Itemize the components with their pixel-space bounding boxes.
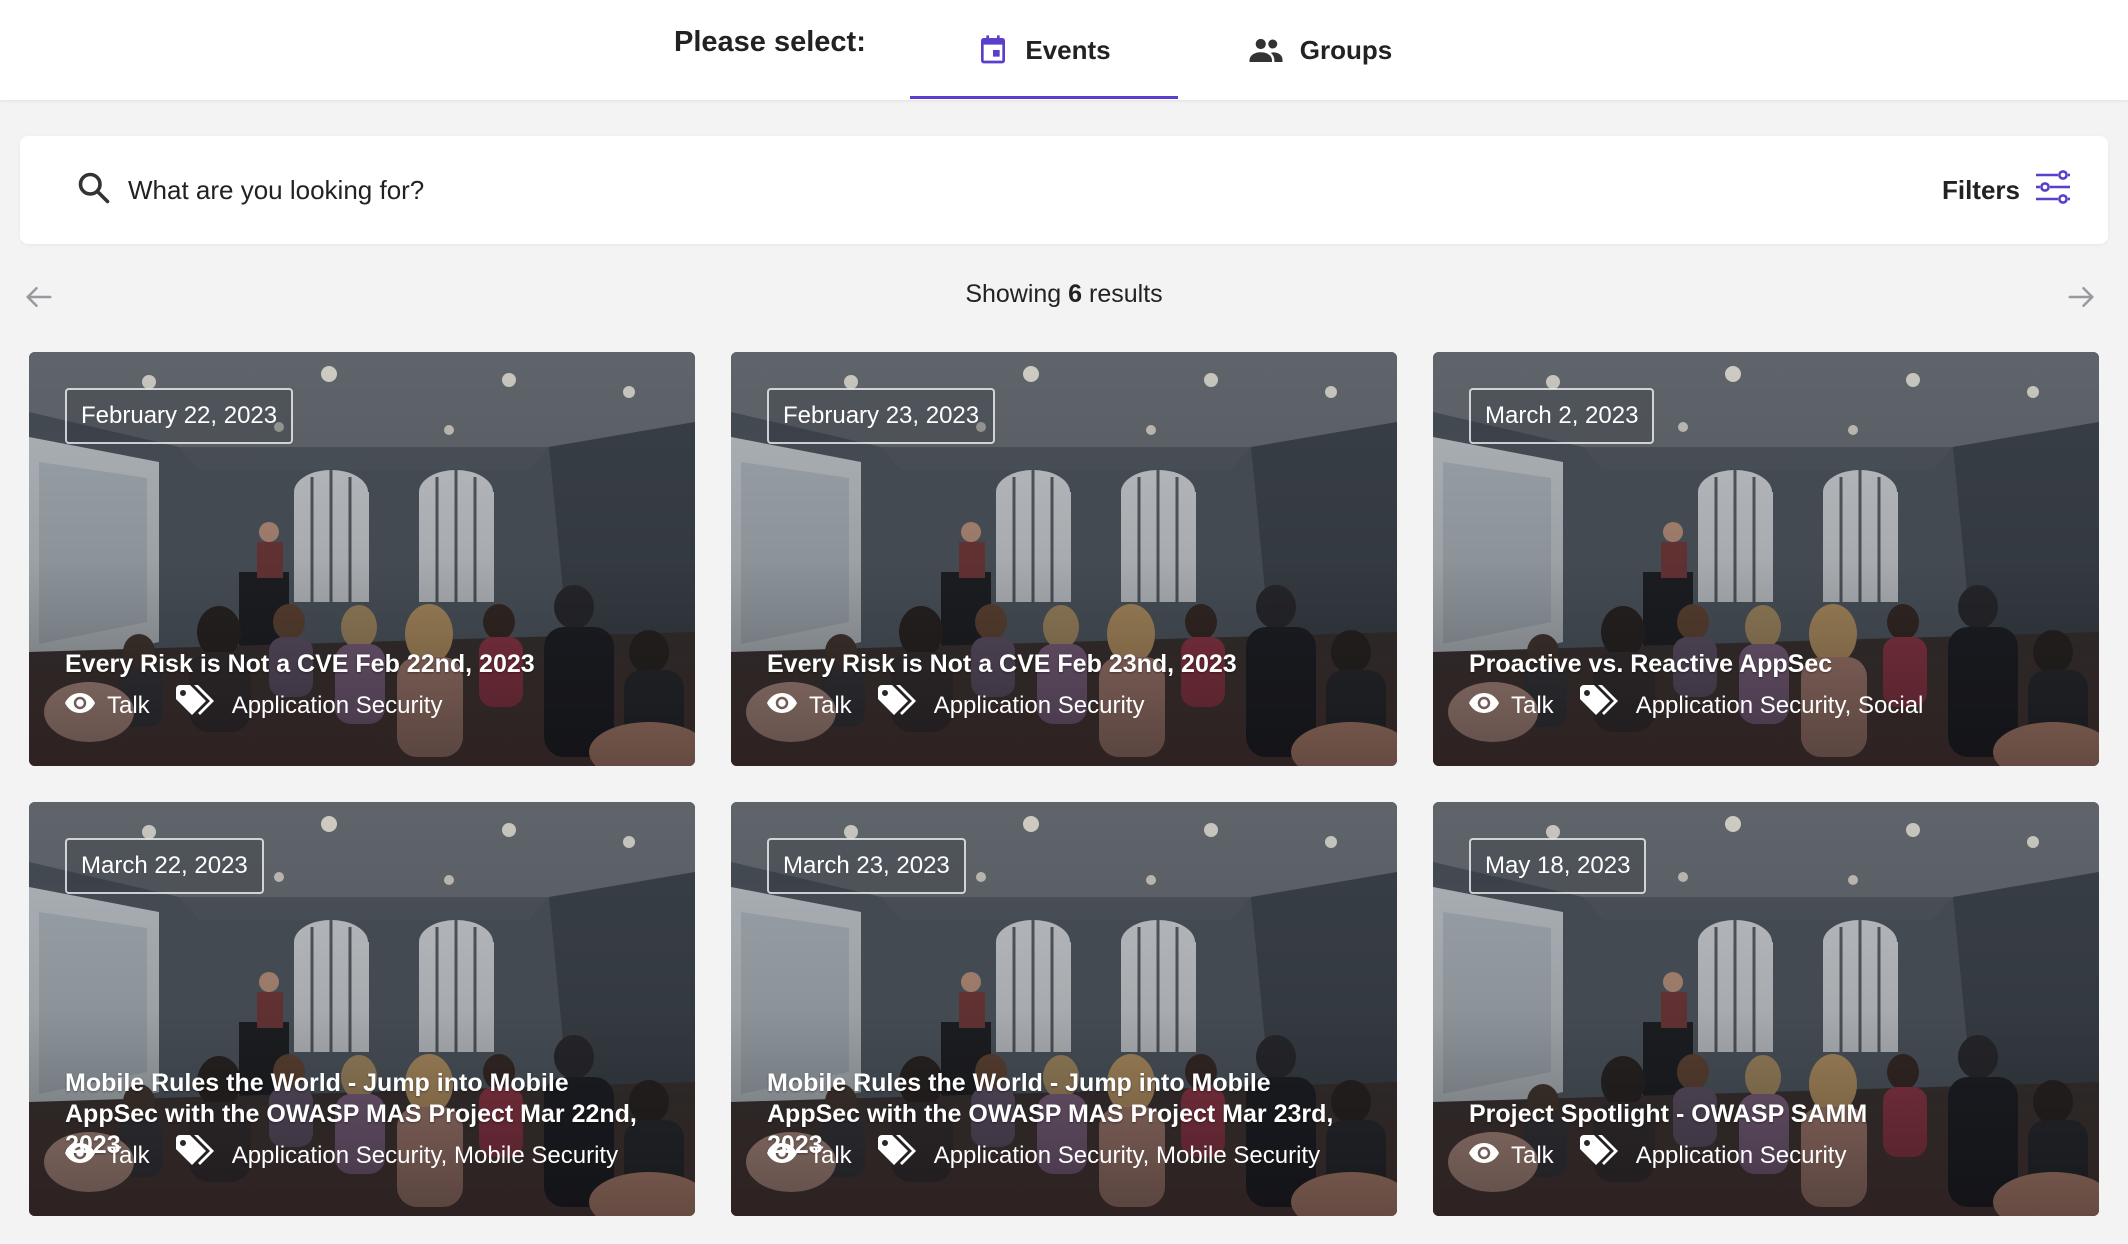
event-type: Talk — [107, 692, 150, 719]
tag-icon — [876, 684, 920, 728]
event-card[interactable]: March 23, 2023 Mobile Rules the World - … — [731, 802, 1397, 1216]
event-date-badge: March 22, 2023 — [65, 838, 264, 894]
eye-icon — [1469, 692, 1499, 721]
tag-icon — [1578, 684, 1622, 728]
event-title: Proactive vs. Reactive AppSec — [1469, 650, 1833, 678]
event-type: Talk — [1511, 692, 1554, 719]
arrow-right-icon[interactable] — [2066, 282, 2096, 317]
tag-icon — [1578, 1134, 1622, 1178]
event-type: Talk — [107, 1142, 150, 1169]
event-meta: Talk Application Security — [767, 684, 1377, 728]
filters-label: Filters — [1941, 174, 2020, 205]
event-title: Every Risk is Not a CVE Feb 22nd, 2023 — [65, 650, 535, 678]
results-count: Showing 6 results — [0, 280, 2128, 309]
event-card[interactable]: March 22, 2023 Mobile Rules the World - … — [29, 802, 695, 1216]
event-date-badge: March 2, 2023 — [1469, 388, 1655, 444]
search-icon — [76, 170, 112, 211]
event-type: Talk — [809, 692, 852, 719]
results-suffix: results — [1089, 280, 1163, 308]
event-card[interactable]: March 2, 2023 Proactive vs. Reactive App… — [1433, 352, 2099, 766]
event-tags: Application Security, Mobile Security — [231, 1142, 619, 1169]
tab-groups[interactable]: Groups — [1220, 0, 1420, 100]
event-meta: Talk Application Security, Mobile Securi… — [65, 1134, 675, 1178]
tag-icon — [174, 1134, 218, 1178]
event-meta: Talk Application Security — [1469, 1134, 2079, 1178]
event-tags: Application Security — [231, 692, 443, 719]
please-select-label: Please select: — [674, 26, 866, 58]
eye-icon — [65, 1142, 95, 1171]
eye-icon — [767, 692, 797, 721]
filters-button[interactable]: Filters — [1942, 166, 2072, 214]
calendar-icon — [977, 33, 1009, 67]
event-title: Every Risk is Not a CVE Feb 23nd, 2023 — [767, 650, 1237, 678]
eye-icon — [65, 692, 95, 721]
event-card[interactable]: May 18, 2023 Project Spotlight - OWASP S… — [1433, 802, 2099, 1216]
event-date-badge: May 18, 2023 — [1469, 838, 1647, 894]
search-bar: Filters — [20, 136, 2108, 244]
event-type: Talk — [809, 1142, 852, 1169]
event-meta: Talk Application Security, Social — [1469, 684, 2079, 728]
eye-icon — [1469, 1142, 1499, 1171]
tag-icon — [174, 684, 218, 728]
event-date-badge: February 23, 2023 — [767, 388, 996, 444]
tab-groups-label: Groups — [1299, 34, 1393, 65]
event-tags: Application Security — [1635, 1142, 1847, 1169]
results-number: 6 — [1068, 280, 1083, 308]
event-date-badge: February 22, 2023 — [65, 388, 294, 444]
event-tags: Application Security — [933, 692, 1145, 719]
top-tab-bar: Please select: Events Groups — [0, 0, 2128, 100]
tab-events-label: Events — [1025, 34, 1111, 65]
search-input[interactable] — [128, 166, 1828, 214]
event-card[interactable]: February 22, 2023 Every Risk is Not a CV… — [29, 352, 695, 766]
event-tags: Application Security, Social — [1635, 692, 1924, 719]
tag-icon — [876, 1134, 920, 1178]
event-date-badge: March 23, 2023 — [767, 838, 966, 894]
sliders-icon — [2034, 169, 2072, 211]
event-meta: Talk Application Security, Mobile Securi… — [767, 1134, 1377, 1178]
event-tags: Application Security, Mobile Security — [933, 1142, 1321, 1169]
event-card[interactable]: February 23, 2023 Every Risk is Not a CV… — [731, 352, 1397, 766]
people-icon — [1248, 37, 1284, 63]
active-tab-indicator — [910, 96, 1178, 99]
eye-icon — [767, 1142, 797, 1171]
event-title: Project Spotlight - OWASP SAMM — [1469, 1100, 1868, 1128]
event-meta: Talk Application Security — [65, 684, 675, 728]
event-type: Talk — [1511, 1142, 1554, 1169]
tab-events[interactable]: Events — [910, 0, 1178, 100]
results-prefix: Showing — [965, 280, 1062, 308]
